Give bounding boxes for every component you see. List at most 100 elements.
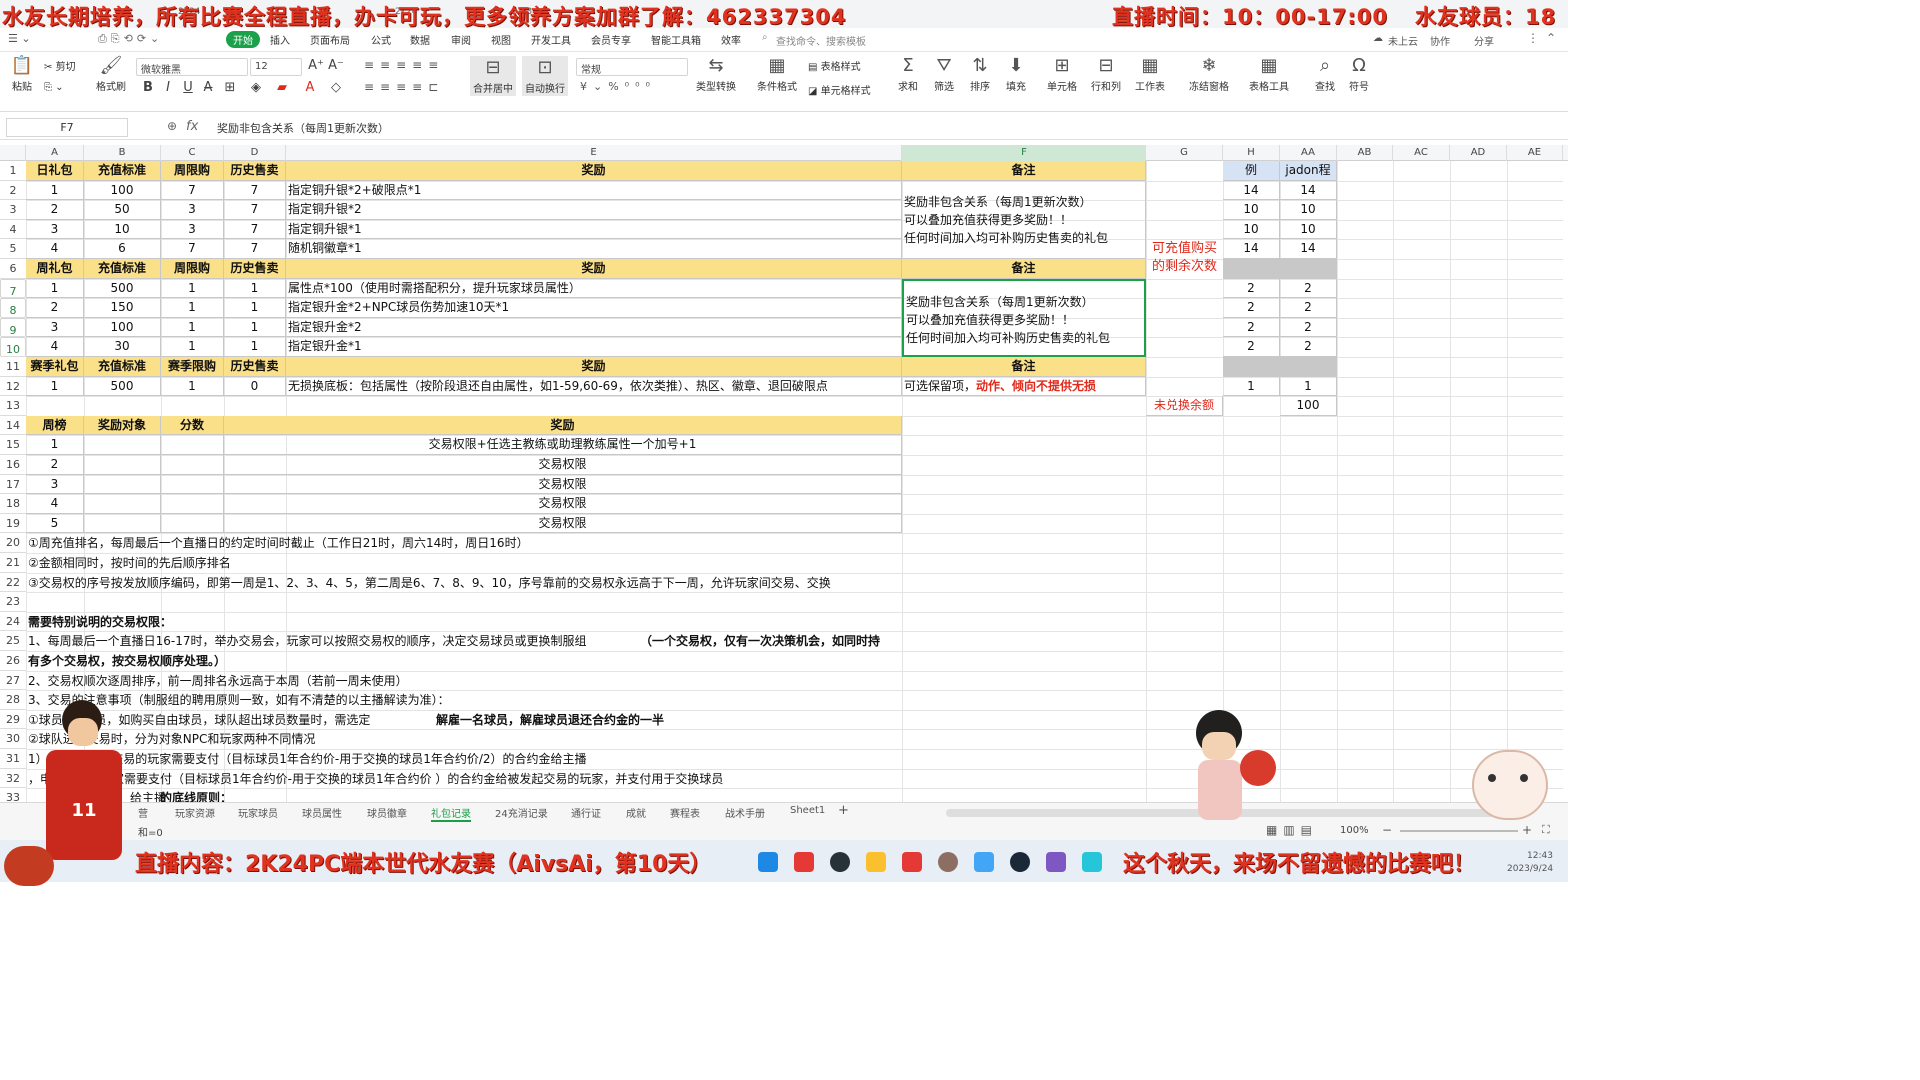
side-value[interactable]: 14 bbox=[1223, 180, 1280, 201]
row-header[interactable]: 25 bbox=[0, 631, 26, 651]
row-header[interactable]: 21 bbox=[0, 553, 26, 573]
type-convert-button[interactable]: ⇆ 类型转换 bbox=[692, 56, 740, 94]
table-cell[interactable]: 3 bbox=[26, 219, 84, 240]
row-header[interactable]: 9 bbox=[0, 317, 26, 338]
table-cell[interactable]: 交易权限 bbox=[224, 474, 902, 495]
side-value[interactable]: 2 bbox=[1280, 317, 1337, 338]
row-header[interactable]: 8 bbox=[0, 298, 26, 318]
sheet-tab[interactable]: 球员属性 bbox=[302, 805, 342, 820]
monitor-icon[interactable] bbox=[974, 852, 994, 872]
menu-item-formula[interactable]: 公式 bbox=[371, 32, 391, 47]
table-header[interactable]: 充值标准 bbox=[84, 161, 161, 181]
side-value[interactable]: 2 bbox=[1280, 337, 1337, 357]
obs-icon[interactable] bbox=[830, 852, 850, 872]
table-cell[interactable] bbox=[161, 474, 224, 495]
row-header[interactable]: 5 bbox=[0, 239, 26, 259]
fill-button[interactable]: ⬇ 填充 bbox=[1000, 56, 1032, 94]
filter-button[interactable]: ⛛ 筛选 bbox=[928, 56, 960, 94]
sheet-tab[interactable]: 玩家球员 bbox=[238, 805, 278, 820]
side-value[interactable] bbox=[1280, 259, 1337, 279]
table-cell[interactable]: 4 bbox=[26, 494, 84, 514]
name-box[interactable]: F7 bbox=[6, 118, 128, 137]
copy-icon[interactable]: ⎘ ⌄ bbox=[44, 82, 64, 93]
table-cell[interactable]: 1 bbox=[224, 278, 286, 299]
row-header[interactable]: 19 bbox=[0, 514, 26, 534]
steam-icon[interactable] bbox=[1010, 852, 1030, 872]
table-cell[interactable]: 3 bbox=[161, 200, 224, 220]
table-header[interactable]: 周榜 bbox=[26, 415, 84, 436]
side-value[interactable]: 2 bbox=[1223, 337, 1280, 357]
row-header[interactable]: 23 bbox=[0, 592, 26, 612]
align-top-icons[interactable]: ≡≡≡≡≡ bbox=[364, 58, 444, 72]
column-header[interactable]: E bbox=[286, 145, 902, 161]
table-cell[interactable] bbox=[84, 474, 161, 495]
side-value[interactable]: 1 bbox=[1280, 376, 1337, 397]
cell-button[interactable]: ⊞ 单元格 bbox=[1044, 56, 1080, 94]
row-header[interactable]: 16 bbox=[0, 455, 26, 475]
row-header[interactable]: 2 bbox=[0, 181, 26, 201]
sheet-tab[interactable]: 通行证 bbox=[571, 805, 601, 820]
row-header[interactable]: 3 bbox=[0, 200, 26, 220]
game-icon[interactable] bbox=[1046, 852, 1066, 872]
command-search-input[interactable]: 查找命令、搜索模板 bbox=[776, 33, 866, 48]
app-icon[interactable] bbox=[794, 852, 814, 872]
table-cell[interactable]: 1 bbox=[26, 435, 84, 455]
font-color-icon[interactable]: A bbox=[302, 80, 318, 95]
more-icon[interactable]: ⋮ bbox=[1527, 31, 1539, 45]
row-header[interactable]: 31 bbox=[0, 749, 26, 769]
side-value[interactable] bbox=[1280, 357, 1337, 377]
number-format-select[interactable]: 常规 bbox=[576, 58, 688, 76]
table-cell[interactable]: 6 bbox=[84, 239, 161, 259]
paste-button[interactable]: 📋 粘贴 bbox=[8, 56, 36, 94]
column-header-selected[interactable]: F bbox=[902, 145, 1146, 161]
add-sheet-icon[interactable]: + bbox=[838, 803, 849, 818]
folder-icon[interactable] bbox=[866, 852, 886, 872]
fx-icon[interactable]: fx bbox=[186, 119, 198, 134]
weekly-note-cell-selected[interactable]: 奖励非包含关系（每周1更新次数） 可以叠加充值获得更多奖励！！ 任何时间加入均可补购… bbox=[902, 278, 1146, 357]
side-value[interactable]: 2 bbox=[1280, 278, 1337, 299]
table-cell[interactable] bbox=[161, 435, 224, 455]
table-cell[interactable]: 7 bbox=[224, 180, 286, 201]
strikethrough-icon[interactable]: A̶ bbox=[200, 80, 216, 95]
table-header[interactable]: 充值标准 bbox=[84, 357, 161, 377]
table-cell[interactable]: 无损换底板：包括属性（按阶段退还自由属性，如1-59,60-69，依次类推）、热… bbox=[286, 376, 902, 397]
sheet-tab-active[interactable]: 礼包记录 bbox=[431, 805, 471, 822]
table-header[interactable]: 周礼包 bbox=[26, 259, 84, 279]
table-header[interactable]: 奖励 bbox=[286, 161, 902, 181]
border-icon[interactable]: ⊞ bbox=[222, 80, 238, 95]
side-value[interactable] bbox=[1223, 259, 1280, 279]
column-header[interactable]: G bbox=[1146, 145, 1223, 161]
sheet-tab[interactable]: 24充消记录 bbox=[495, 805, 548, 820]
zoom-level[interactable]: 100% bbox=[1340, 825, 1369, 836]
menu-item-review[interactable]: 审阅 bbox=[451, 32, 471, 47]
table-cell[interactable] bbox=[161, 513, 224, 534]
wps-icon[interactable] bbox=[902, 852, 922, 872]
sheet-tab[interactable]: 营 bbox=[138, 805, 148, 820]
table-cell[interactable]: 7 bbox=[161, 239, 224, 259]
symbol-button[interactable]: Ω 符号 bbox=[1344, 56, 1374, 94]
table-cell[interactable]: 交易权限 bbox=[224, 513, 902, 534]
menu-item-efficiency[interactable]: 效率 bbox=[721, 32, 741, 47]
column-header[interactable]: D bbox=[224, 145, 286, 161]
zoom-icon[interactable]: ⊕ bbox=[167, 119, 177, 133]
menu-item-insert[interactable]: 插入 bbox=[270, 32, 290, 47]
side-value[interactable]: 2 bbox=[1223, 278, 1280, 299]
font-size-select[interactable]: 12 bbox=[250, 58, 302, 76]
avatar-app-icon[interactable] bbox=[938, 852, 958, 872]
cloud-status[interactable]: 未上云 bbox=[1388, 33, 1418, 48]
cloud-icon[interactable]: ☁ bbox=[1373, 33, 1383, 44]
font-name-select[interactable]: 微软雅黑 bbox=[136, 58, 248, 76]
row-header[interactable]: 17 bbox=[0, 475, 26, 495]
table-cell[interactable]: 150 bbox=[84, 298, 161, 318]
column-header[interactable]: H bbox=[1223, 145, 1280, 161]
table-cell[interactable]: 指定银升金*1 bbox=[286, 337, 902, 357]
row-header[interactable]: 27 bbox=[0, 671, 26, 691]
table-header[interactable]: 奖励 bbox=[286, 357, 902, 377]
side-value[interactable] bbox=[1223, 357, 1280, 377]
table-header[interactable]: 历史售卖 bbox=[224, 357, 286, 377]
table-cell[interactable]: 5 bbox=[26, 513, 84, 534]
side-header[interactable]: jadon程 bbox=[1280, 161, 1337, 181]
row-header[interactable]: 26 bbox=[0, 651, 26, 671]
menu-item-start[interactable]: 开始 bbox=[226, 31, 260, 48]
row-header[interactable]: 29 bbox=[0, 710, 26, 730]
